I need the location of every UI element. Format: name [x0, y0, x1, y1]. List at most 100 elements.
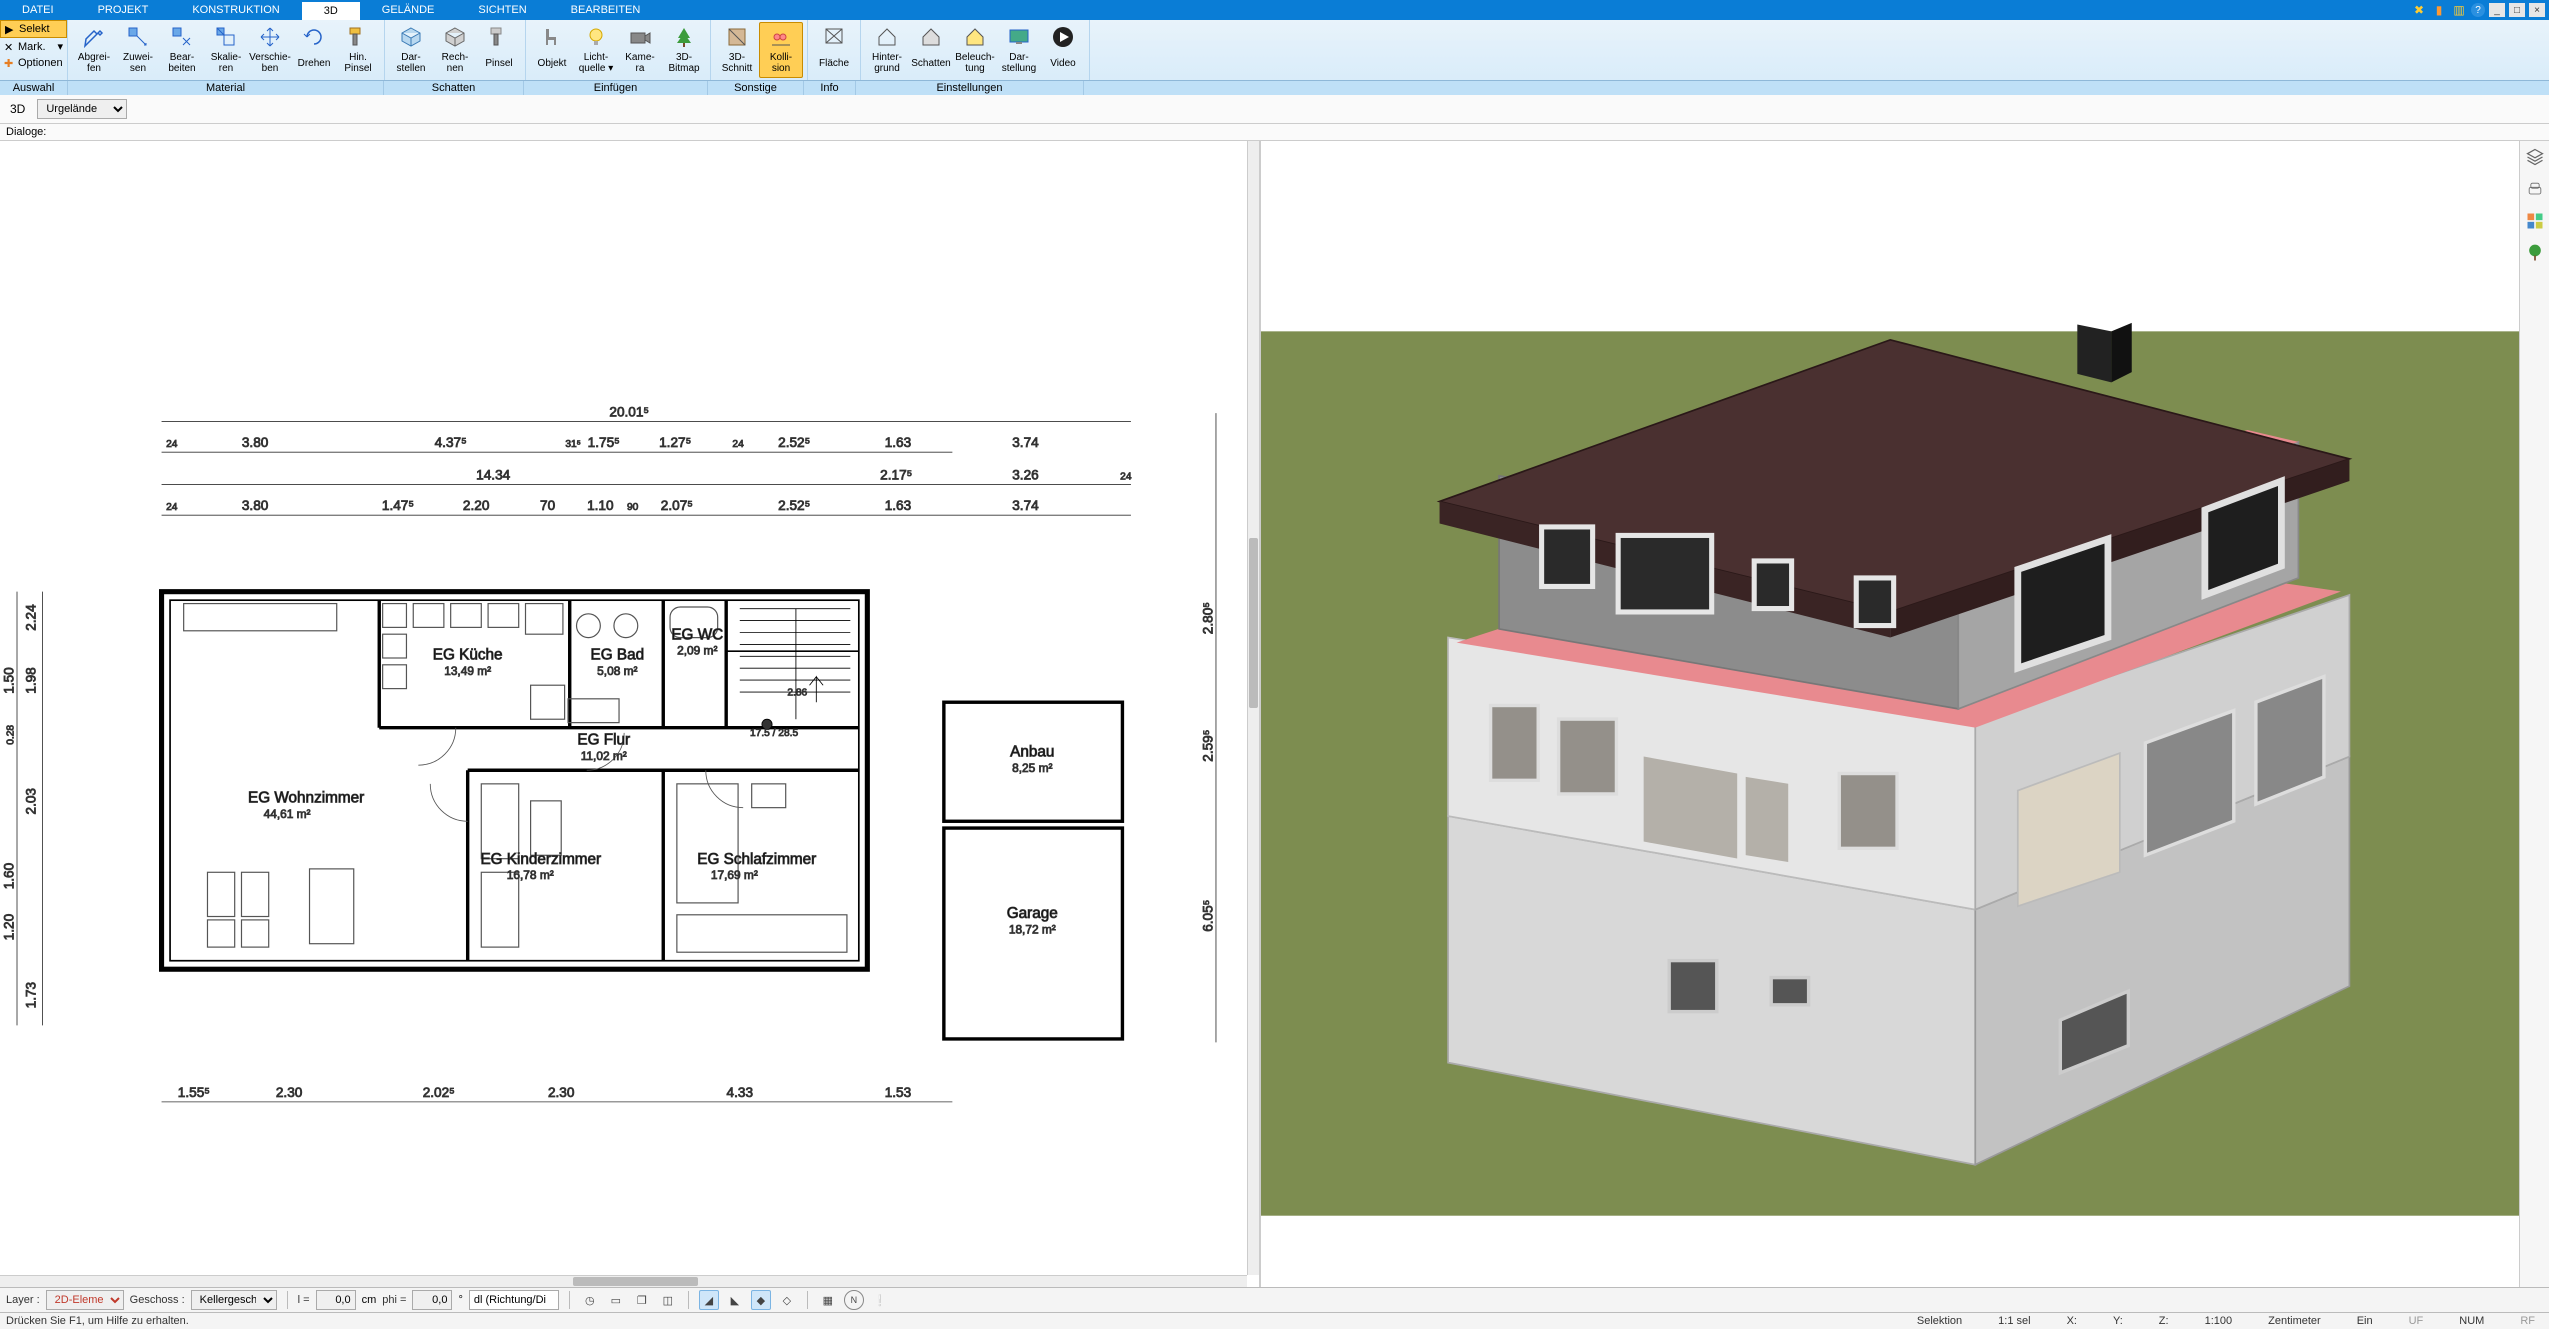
- menu-3d[interactable]: 3D: [302, 0, 360, 20]
- ribbon-btn-kollision[interactable]: Kolli-sion: [759, 22, 803, 78]
- geschoss-label: Geschoss :: [130, 1294, 185, 1306]
- tb-icon-4[interactable]: ◫: [658, 1290, 678, 1310]
- svg-text:11,02 m²: 11,02 m²: [581, 749, 627, 763]
- svg-text:3.80: 3.80: [242, 435, 269, 450]
- 3d-render: [1261, 141, 2520, 1287]
- ribbon-btn-hinpinsel[interactable]: Hin.Pinsel: [336, 22, 380, 78]
- snap-icon-3[interactable]: ◆: [751, 1290, 771, 1310]
- 2d-scrollbar-v[interactable]: [1247, 141, 1259, 1275]
- snap-icon-1[interactable]: ◢: [699, 1290, 719, 1310]
- tb-icon-3[interactable]: ❐: [632, 1290, 652, 1310]
- svg-text:70: 70: [540, 498, 556, 513]
- svg-text:1.20: 1.20: [2, 913, 17, 940]
- ribbon-btn-darstellen[interactable]: Dar-stellen: [389, 22, 433, 78]
- svg-text:1.63: 1.63: [885, 498, 911, 513]
- 3d-viewport[interactable]: [1261, 141, 2520, 1287]
- svg-text:EG Wohnzimmer: EG Wohnzimmer: [248, 790, 364, 807]
- svg-text:EG Flur: EG Flur: [577, 732, 630, 749]
- furniture-icon[interactable]: [2525, 179, 2545, 199]
- svg-text:1.60: 1.60: [2, 862, 17, 889]
- main-area: 20.01⁵ 3.80 4.37⁵ 1.75⁵ 1.27⁵ 2.52⁵ 1.63…: [0, 141, 2549, 1287]
- cube-icon: [399, 25, 423, 49]
- dialoge-bar: Dialoge:: [0, 124, 2549, 141]
- dl-input[interactable]: [469, 1290, 559, 1310]
- ribbon-btn-hintergrund[interactable]: Hinter-grund: [865, 22, 909, 78]
- tool-icon-2[interactable]: ▮: [2431, 2, 2447, 18]
- svg-text:2.07⁵: 2.07⁵: [661, 498, 693, 513]
- geschoss-select[interactable]: Kellergesch: [191, 1290, 277, 1310]
- ribbon-btn-zuweisen[interactable]: Zuwei-sen: [116, 22, 160, 78]
- terrain-select[interactable]: Urgelände: [37, 99, 127, 119]
- north-icon[interactable]: N: [844, 1290, 864, 1310]
- group-title-einstellungen: Einstellungen: [856, 81, 1084, 95]
- house3-icon: [963, 25, 987, 49]
- menu-projekt[interactable]: PROJEKT: [76, 0, 171, 20]
- ribbon-btn-objekt[interactable]: Objekt: [530, 22, 574, 78]
- minimize-button[interactable]: _: [2489, 3, 2505, 17]
- ribbon-btn-skalieren[interactable]: Skalie-ren: [204, 22, 248, 78]
- close-button[interactable]: ×: [2529, 3, 2545, 17]
- tool-icon-3[interactable]: ▥: [2451, 2, 2467, 18]
- snap-icon-4[interactable]: ◇: [777, 1290, 797, 1310]
- optionen-button[interactable]: ✚Optionen: [0, 55, 67, 71]
- svg-text:2,09 m²: 2,09 m²: [677, 644, 717, 658]
- ribbon-btn-abgreifen[interactable]: Abgrei-fen: [72, 22, 116, 78]
- 2d-scrollbar-h[interactable]: [0, 1275, 1247, 1287]
- ribbon-btn-dbitmap[interactable]: 3D-Bitmap: [662, 22, 706, 78]
- menu-sichten[interactable]: SICHTEN: [456, 0, 548, 20]
- ribbon-btn-rechnen[interactable]: Rech-nen: [433, 22, 477, 78]
- svg-text:EG Bad: EG Bad: [591, 647, 645, 664]
- layers-icon[interactable]: [2525, 147, 2545, 167]
- ribbon-group-material: Abgrei-fenZuwei-senBear-beitenSkalie-ren…: [68, 20, 385, 80]
- length-input[interactable]: [316, 1290, 356, 1310]
- svg-text:1.73: 1.73: [24, 982, 39, 1008]
- svg-text:1.50: 1.50: [2, 667, 17, 694]
- ribbon-btn-schatten[interactable]: Schatten: [909, 22, 953, 78]
- svg-text:13,49 m²: 13,49 m²: [444, 664, 491, 678]
- plants-icon[interactable]: [2525, 243, 2545, 263]
- dialoge-label: Dialoge:: [6, 126, 46, 138]
- status-uf: UF: [2401, 1315, 2432, 1327]
- svg-text:24: 24: [1120, 471, 1132, 482]
- clock-icon[interactable]: ◷: [580, 1290, 600, 1310]
- assign-icon: [126, 25, 150, 49]
- tree-icon: [672, 25, 696, 49]
- menu-datei[interactable]: DATEI: [0, 0, 76, 20]
- ribbon-btn-flche[interactable]: Fläche: [812, 22, 856, 78]
- material-palette-icon[interactable]: [2525, 211, 2545, 231]
- ribbon-btn-bearbeiten[interactable]: Bear-beiten: [160, 22, 204, 78]
- ribbon-btn-pinsel[interactable]: Pinsel: [477, 22, 521, 78]
- ribbon-btn-verschieben[interactable]: Verschie-ben: [248, 22, 292, 78]
- menu-gelaende[interactable]: GELÄNDE: [360, 0, 457, 20]
- ribbon-btn-drehen[interactable]: Drehen: [292, 22, 336, 78]
- ribbon-btn-lichtquelle[interactable]: Licht-quelle ▾: [574, 22, 618, 78]
- svg-text:2.59⁵: 2.59⁵: [1201, 730, 1216, 762]
- menu-konstruktion[interactable]: KONSTRUKTION: [170, 0, 301, 20]
- help-icon[interactable]: ?: [2471, 3, 2485, 17]
- tb-icon-2[interactable]: ▭: [606, 1290, 626, 1310]
- snap-icon-2[interactable]: ◣: [725, 1290, 745, 1310]
- grid-icon[interactable]: ▦: [818, 1290, 838, 1310]
- status-num: NUM: [2451, 1315, 2492, 1327]
- info-icon[interactable]: ❕: [870, 1290, 890, 1310]
- eyedrop-icon: [82, 25, 106, 49]
- svg-text:8,25 m²: 8,25 m²: [1012, 761, 1052, 775]
- status-ein: Ein: [2349, 1315, 2381, 1327]
- ribbon-btn-beleuchtung[interactable]: Beleuch-tung: [953, 22, 997, 78]
- svg-text:17.5 / 28.5: 17.5 / 28.5: [750, 728, 798, 739]
- brush2-icon: [487, 25, 511, 49]
- ribbon-btn-video[interactable]: Video: [1041, 22, 1085, 78]
- menu-bearbeiten[interactable]: BEARBEITEN: [549, 0, 663, 20]
- maximize-button[interactable]: □: [2509, 3, 2525, 17]
- ribbon-btn-dschnitt[interactable]: 3D-Schnitt: [715, 22, 759, 78]
- layer-select[interactable]: 2D-Elemen: [46, 1290, 124, 1310]
- status-scale: 1:100: [2197, 1315, 2241, 1327]
- status-bar: Drücken Sie F1, um Hilfe zu erhalten. Se…: [0, 1312, 2549, 1329]
- tool-icon-1[interactable]: ✖: [2411, 2, 2427, 18]
- ribbon-btn-kamera[interactable]: Kame-ra: [618, 22, 662, 78]
- ribbon-btn-darstellung[interactable]: Dar-stellung: [997, 22, 1041, 78]
- phi-input[interactable]: [412, 1290, 452, 1310]
- 2d-viewport[interactable]: 20.01⁵ 3.80 4.37⁵ 1.75⁵ 1.27⁵ 2.52⁵ 1.63…: [0, 141, 1261, 1287]
- selekt-button[interactable]: ▶Selekt: [0, 20, 67, 38]
- mark-button[interactable]: ✕Mark.▾: [0, 38, 67, 55]
